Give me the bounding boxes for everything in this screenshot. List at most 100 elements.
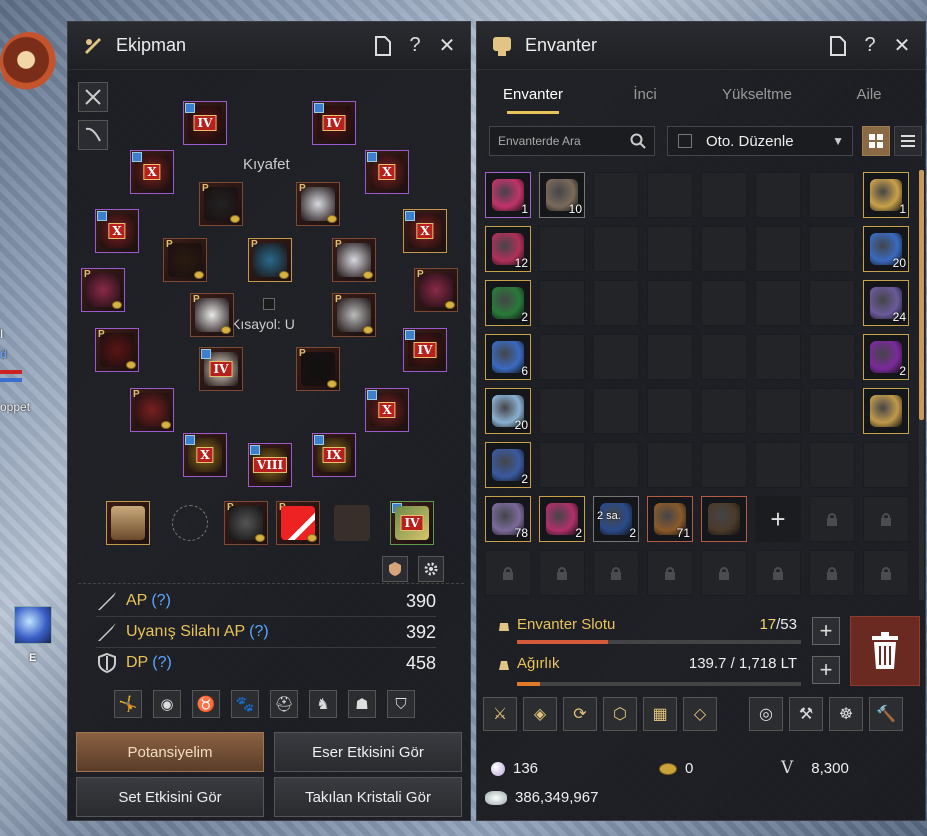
- inventory-item-slot[interactable]: 1: [485, 172, 531, 218]
- transfer-icon[interactable]: ◇: [683, 697, 717, 731]
- empty-inventory-slot[interactable]: [593, 388, 639, 434]
- triskelion-icon[interactable]: ☸: [829, 697, 863, 731]
- helmet-icon[interactable]: ⛑: [270, 690, 298, 718]
- empty-inventory-slot[interactable]: [755, 172, 801, 218]
- help-icon[interactable]: ?: [859, 34, 881, 57]
- grid-storage-icon[interactable]: ▦: [643, 697, 677, 731]
- inventory-item-slot[interactable]: 24: [863, 280, 909, 326]
- artifact-effect-button[interactable]: Eser Etkisini Gör: [274, 732, 462, 772]
- horns-icon[interactable]: ♉: [192, 690, 220, 718]
- equipment-slot[interactable]: P: [296, 182, 340, 226]
- equipment-slot[interactable]: X: [183, 433, 227, 477]
- inventory-item-slot[interactable]: 10: [539, 172, 585, 218]
- glasses-slot[interactable]: P: [224, 501, 268, 545]
- empty-inventory-slot[interactable]: [647, 280, 693, 326]
- empty-inventory-slot[interactable]: [647, 172, 693, 218]
- empty-inventory-slot[interactable]: [593, 172, 639, 218]
- crystal-button[interactable]: Takılan Kristali Gör: [274, 777, 462, 817]
- add-slot-button[interactable]: +: [812, 617, 840, 645]
- weapon-swap-icon[interactable]: [78, 82, 108, 112]
- add-weight-button[interactable]: +: [812, 656, 840, 684]
- tab-pearl[interactable]: İnci: [589, 72, 701, 116]
- guide-document-icon[interactable]: [372, 35, 394, 57]
- paw-icon[interactable]: 🐾: [231, 690, 259, 718]
- stat-help[interactable]: (?): [152, 654, 172, 672]
- equipment-slot[interactable]: P: [248, 238, 292, 282]
- empty-inventory-slot[interactable]: [539, 388, 585, 434]
- equipment-slot[interactable]: IX: [312, 433, 356, 477]
- empty-inventory-slot[interactable]: [593, 442, 639, 488]
- empty-earring-slot[interactable]: [168, 501, 212, 545]
- target-icon[interactable]: ◎: [749, 697, 783, 731]
- empty-inventory-slot[interactable]: [539, 280, 585, 326]
- inventory-item-slot[interactable]: 6: [485, 334, 531, 380]
- expand-slot-button[interactable]: +: [755, 496, 801, 542]
- mask-icon[interactable]: ◉: [153, 690, 181, 718]
- empty-armor-slot[interactable]: [330, 501, 374, 545]
- empty-inventory-slot[interactable]: [755, 442, 801, 488]
- equipment-titlebar[interactable]: Ekipman ? ✕: [68, 22, 470, 70]
- alchemy-stone-slot[interactable]: IV: [390, 501, 434, 545]
- empty-inventory-slot[interactable]: [701, 280, 747, 326]
- empty-inventory-slot[interactable]: [701, 172, 747, 218]
- skill-slot-icon[interactable]: [14, 606, 52, 644]
- stat-help[interactable]: (?): [249, 623, 269, 641]
- empty-inventory-slot[interactable]: [755, 226, 801, 272]
- pve-shield-toggle-icon[interactable]: [382, 556, 408, 582]
- empty-inventory-slot[interactable]: [539, 442, 585, 488]
- inventory-search-input[interactable]: Envanterde Ara: [489, 126, 655, 156]
- inventory-titlebar[interactable]: Envanter ? ✕: [477, 22, 925, 70]
- empty-inventory-slot[interactable]: [701, 226, 747, 272]
- empty-inventory-slot[interactable]: [539, 334, 585, 380]
- stat-help[interactable]: (?): [151, 592, 171, 610]
- inventory-item-slot[interactable]: 2: [485, 442, 531, 488]
- equipment-slot[interactable]: X: [95, 209, 139, 253]
- settings-gear-icon[interactable]: [418, 556, 444, 582]
- empty-inventory-slot[interactable]: [593, 334, 639, 380]
- equipment-slot[interactable]: P: [414, 268, 458, 312]
- hammer-sparkle-icon[interactable]: ⚒: [789, 697, 823, 731]
- equipment-slot[interactable]: IV: [199, 347, 243, 391]
- empty-inventory-slot[interactable]: [593, 280, 639, 326]
- equipment-slot[interactable]: X: [403, 209, 447, 253]
- empty-inventory-slot[interactable]: [647, 226, 693, 272]
- tool-slot-icon[interactable]: [78, 120, 108, 150]
- crest-shield-icon[interactable]: ⛉: [387, 690, 415, 718]
- equipment-slot[interactable]: IV: [403, 328, 447, 372]
- inventory-scrollbar[interactable]: [919, 170, 924, 600]
- empty-inventory-slot[interactable]: [647, 442, 693, 488]
- equipment-slot[interactable]: P: [332, 238, 376, 282]
- empty-inventory-slot[interactable]: [539, 226, 585, 272]
- close-icon[interactable]: ✕: [436, 35, 458, 57]
- equipment-slot[interactable]: P: [95, 328, 139, 372]
- equipment-slot[interactable]: P: [130, 388, 174, 432]
- empty-inventory-slot[interactable]: [701, 388, 747, 434]
- inventory-item-slot[interactable]: 2 sa. 2: [593, 496, 639, 542]
- auto-sort-dropdown[interactable]: Oto. Düzenle ▼: [667, 126, 853, 156]
- empty-inventory-slot[interactable]: [809, 226, 855, 272]
- inventory-item-slot[interactable]: 2: [863, 334, 909, 380]
- equipment-slot[interactable]: P: [190, 293, 234, 337]
- equipment-slot[interactable]: IV: [183, 101, 227, 145]
- shortcut-checkbox[interactable]: [263, 298, 275, 310]
- empty-inventory-slot[interactable]: [863, 442, 909, 488]
- inventory-item-slot[interactable]: 12: [485, 226, 531, 272]
- unicorn-icon[interactable]: ♞: [309, 690, 337, 718]
- empty-inventory-slot[interactable]: [755, 388, 801, 434]
- inventory-item-slot[interactable]: 20: [863, 226, 909, 272]
- equipment-slot[interactable]: P: [81, 268, 125, 312]
- inventory-item-slot[interactable]: 78: [485, 496, 531, 542]
- grid-view-icon[interactable]: [862, 126, 890, 156]
- list-view-icon[interactable]: [894, 126, 922, 156]
- help-icon[interactable]: ?: [404, 34, 426, 57]
- inventory-item-slot[interactable]: 1: [863, 172, 909, 218]
- inventory-item-slot[interactable]: 2: [539, 496, 585, 542]
- trash-button[interactable]: [850, 616, 920, 686]
- tab-inventory[interactable]: Envanter: [477, 72, 589, 116]
- inventory-item-slot[interactable]: [701, 496, 747, 542]
- empty-inventory-slot[interactable]: [755, 280, 801, 326]
- empty-inventory-slot[interactable]: [809, 280, 855, 326]
- tab-family[interactable]: Aile: [813, 72, 925, 116]
- inventory-item-slot[interactable]: 20: [485, 388, 531, 434]
- empty-inventory-slot[interactable]: [647, 334, 693, 380]
